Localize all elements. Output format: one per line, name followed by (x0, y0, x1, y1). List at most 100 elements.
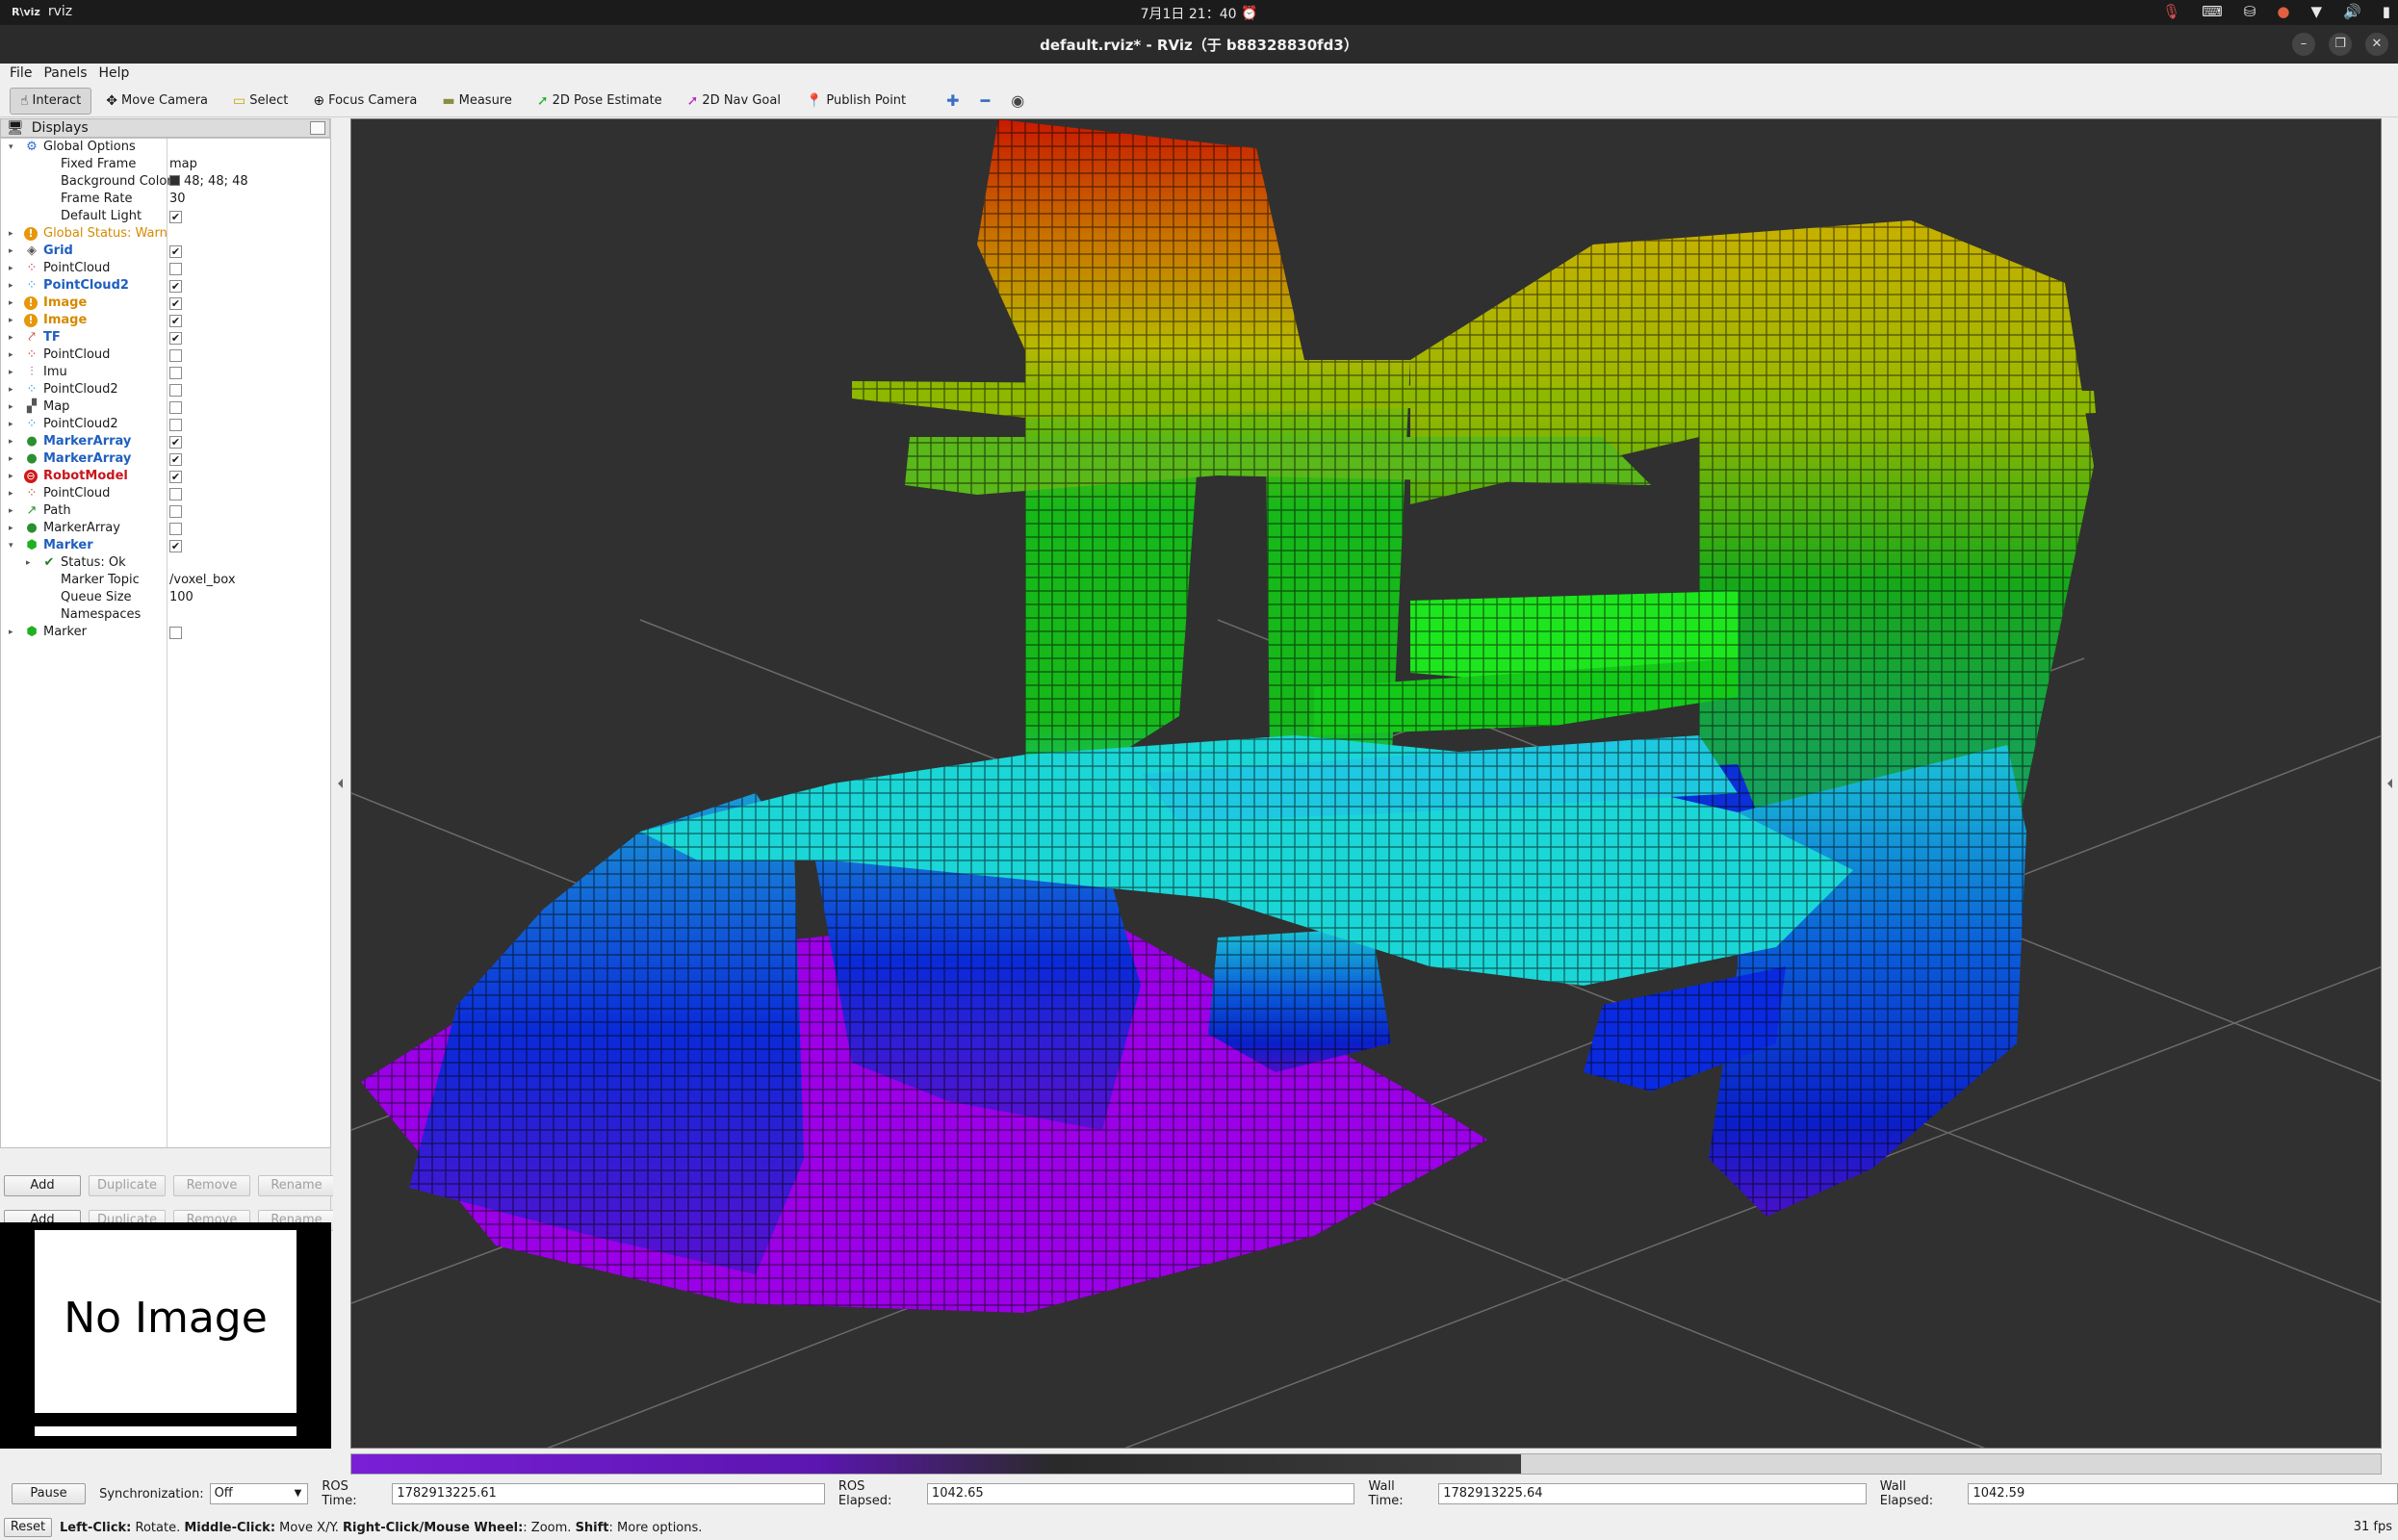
display-row[interactable]: ▸ ● MarkerArray (1, 520, 330, 537)
expand-arrow-icon[interactable]: ▸ (9, 346, 18, 364)
remove-display-button[interactable]: Remove (173, 1175, 250, 1196)
display-row[interactable]: ▾ ⬢ Marker ✔ (1, 537, 330, 554)
expand-arrow-icon[interactable]: ▸ (9, 225, 18, 243)
collapse-left-icon[interactable] (338, 779, 343, 788)
minimize-icon[interactable]: – (2292, 33, 2315, 56)
clock[interactable]: 7月1日 21：40 ⏰ (0, 4, 2398, 23)
checkbox-unchecked[interactable] (169, 367, 182, 379)
display-row[interactable]: ▾ ⚙ Global Options (1, 139, 330, 156)
display-row[interactable]: ▸ ⁘ PointCloud (1, 346, 330, 364)
network-icon[interactable]: ⛁ (2244, 3, 2256, 20)
menu-file[interactable]: File (6, 64, 39, 83)
display-row-value[interactable]: 48; 48; 48 (169, 173, 248, 191)
expand-arrow-icon[interactable]: ▸ (9, 468, 18, 485)
pause-button[interactable]: Pause (12, 1483, 87, 1504)
display-row-value[interactable]: map (169, 156, 197, 173)
battery-icon[interactable]: ▮ (2383, 3, 2390, 20)
expand-arrow-icon[interactable]: ▸ (9, 329, 18, 346)
tool-move-camera[interactable]: ✥ Move Camera (95, 88, 219, 115)
display-row[interactable]: Queue Size 100 (1, 589, 330, 606)
reset-button[interactable]: Reset (4, 1518, 52, 1537)
checkbox-unchecked[interactable] (169, 419, 182, 431)
system-tray[interactable]: 🎙 ⌨ ⛁ ● ▼ 🔊 ▮ (2162, 3, 2390, 20)
collapse-right-icon[interactable] (2387, 779, 2392, 788)
menu-panels[interactable]: Panels (39, 64, 94, 83)
wall-time-field[interactable]: 1782913225.64 (1438, 1483, 1867, 1504)
display-row-value[interactable]: 30 (169, 191, 186, 208)
display-row[interactable]: ▸! Image ✔ (1, 295, 330, 312)
display-row[interactable]: Default Light ✔ (1, 208, 330, 225)
display-row[interactable]: ▸ ⁘ PointCloud (1, 260, 330, 277)
checkbox-unchecked[interactable] (169, 488, 182, 500)
add-display-button[interactable]: Add (4, 1175, 81, 1196)
ros-time-field[interactable]: 1782913225.61 (392, 1483, 825, 1504)
displays-tree[interactable]: ▾ ⚙ Global Options Fixed Frame map Background… (0, 138, 331, 1148)
display-row[interactable]: ▸ ⤤ TF ✔ (1, 329, 330, 346)
checkbox-unchecked[interactable] (169, 523, 182, 535)
expand-arrow-icon[interactable]: ▸ (9, 433, 18, 450)
render-3d-view[interactable] (350, 118, 2382, 1449)
left-splitter[interactable] (333, 118, 348, 1449)
rename-display-button[interactable]: Rename (258, 1175, 335, 1196)
expand-arrow-icon[interactable]: ▸ (9, 312, 18, 329)
mic-icon[interactable]: 🎙 (2162, 3, 2180, 20)
checkbox-unchecked[interactable] (169, 349, 182, 362)
display-row[interactable]: Namespaces (1, 606, 330, 624)
checkbox-checked[interactable]: ✔ (169, 297, 182, 310)
tool-publish-point[interactable]: 📍 Publish Point (795, 88, 916, 115)
tool-2d-pose-estimate[interactable]: ➚ 2D Pose Estimate (527, 88, 673, 115)
display-row[interactable]: ▸ ⁘ PointCloud2 (1, 416, 330, 433)
display-row[interactable]: ▸ ↗ Path (1, 502, 330, 520)
collapse-arrow-icon[interactable]: ▾ (9, 537, 18, 554)
expand-arrow-icon[interactable]: ▸ (9, 398, 18, 416)
expand-arrow-icon[interactable]: ▸ (9, 502, 18, 520)
display-row-value[interactable]: /voxel_box (169, 572, 236, 589)
checkbox-checked[interactable]: ✔ (169, 540, 182, 552)
duplicate-display-button[interactable]: Duplicate (89, 1175, 166, 1196)
collapse-arrow-icon[interactable]: ▾ (9, 139, 18, 156)
checkbox-checked[interactable]: ✔ (169, 436, 182, 449)
close-icon[interactable]: ✕ (2365, 33, 2388, 56)
view-menu-button[interactable]: ◉ (1002, 88, 1033, 115)
tool-2d-nav-goal[interactable]: ➚ 2D Nav Goal (677, 88, 791, 115)
display-row[interactable]: ▸ ● MarkerArray ✔ (1, 433, 330, 450)
app-icon[interactable]: ● (2277, 3, 2289, 20)
menu-help[interactable]: Help (95, 64, 138, 83)
add-tool-button[interactable]: ✚ (938, 88, 967, 115)
checkbox-unchecked[interactable] (169, 384, 182, 397)
display-row-value[interactable]: 100 (169, 589, 193, 606)
checkbox-unchecked[interactable] (169, 401, 182, 414)
checkbox-unchecked[interactable] (169, 505, 182, 518)
checkbox-checked[interactable]: ✔ (169, 245, 182, 258)
expand-arrow-icon[interactable]: ▸ (9, 450, 18, 468)
display-row[interactable]: ▸ ⊖ RobotModel ✔ (1, 468, 330, 485)
display-row[interactable]: ▸ ⬢ Marker (1, 624, 330, 641)
expand-arrow-icon[interactable]: ▸ (9, 243, 18, 260)
display-row[interactable]: Frame Rate 30 (1, 191, 330, 208)
expand-arrow-icon[interactable]: ▸ (26, 554, 36, 572)
checkbox-checked[interactable]: ✔ (169, 315, 182, 327)
window-title-bar[interactable]: default.rviz* - RViz（于 b88328830fd3） – ❐… (0, 25, 2398, 64)
expand-arrow-icon[interactable]: ▸ (9, 485, 18, 502)
display-row[interactable]: ▸ ⁘ PointCloud2 (1, 381, 330, 398)
display-row[interactable]: ▸ ⁘ PointCloud (1, 485, 330, 502)
right-splitter[interactable] (2383, 118, 2398, 1449)
expand-arrow-icon[interactable]: ▸ (9, 520, 18, 537)
volume-icon[interactable]: 🔊 (2343, 3, 2361, 20)
expand-arrow-icon[interactable]: ▸ (9, 277, 18, 295)
wall-elapsed-field[interactable]: 1042.59 (1968, 1483, 2398, 1504)
display-row[interactable]: ▸! Image ✔ (1, 312, 330, 329)
display-row[interactable]: ▸ ● MarkerArray ✔ (1, 450, 330, 468)
remove-tool-button[interactable]: ━ (972, 88, 999, 115)
checkbox-checked[interactable]: ✔ (169, 471, 182, 483)
expand-arrow-icon[interactable]: ▸ (9, 260, 18, 277)
expand-arrow-icon[interactable]: ▸ (9, 624, 18, 641)
checkbox-unchecked[interactable] (169, 263, 182, 275)
display-row[interactable]: ▸ ◈ Grid ✔ (1, 243, 330, 260)
expand-arrow-icon[interactable]: ▸ (9, 364, 18, 381)
display-row[interactable]: Fixed Frame map (1, 156, 330, 173)
displays-panel-header[interactable]: 🖥 Displays (0, 118, 330, 138)
checkbox-checked[interactable]: ✔ (169, 280, 182, 293)
keyboard-icon[interactable]: ⌨ (2202, 3, 2223, 20)
display-row[interactable]: ▸ ⫶ Imu (1, 364, 330, 381)
